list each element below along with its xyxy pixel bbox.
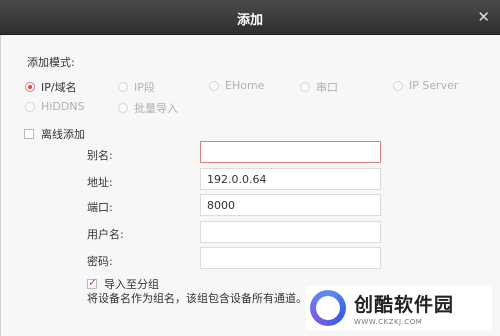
add-mode-label: 添加模式:: [27, 56, 75, 69]
radio-label: 串口: [316, 81, 338, 94]
username-label: 用户名:: [87, 228, 124, 241]
close-icon[interactable]: ✕: [477, 8, 490, 26]
group-note: 将设备名作为组名，该组包含设备所有通道。: [87, 292, 307, 305]
radio-batch-import[interactable]: 批量导入: [118, 100, 178, 116]
radio-dot-icon: [209, 80, 219, 91]
address-input[interactable]: [200, 168, 381, 190]
alias-label: 别名:: [87, 149, 113, 162]
port-input[interactable]: [200, 194, 381, 216]
radio-ehome[interactable]: EHome: [209, 79, 264, 92]
checkbox-box: [87, 276, 97, 289]
password-label: 密码:: [87, 255, 113, 268]
watermark-name: 创酷软件园: [354, 294, 455, 316]
password-input[interactable]: [200, 247, 381, 269]
radio-label: IP Server: [409, 79, 459, 92]
radio-label: EHome: [225, 79, 265, 92]
radio-label: 批量导入: [134, 102, 178, 115]
watermark: 创酷软件园 WWW.CKZKJ.COM: [306, 286, 492, 330]
radio-label: HiDDNS: [41, 100, 85, 113]
alias-input[interactable]: [200, 141, 381, 163]
offline-add-label: 离线添加: [41, 128, 85, 141]
radio-dot-icon: [393, 80, 403, 91]
radio-dot-icon: [300, 82, 310, 92]
logo-icon: [310, 290, 346, 326]
offline-add-checkbox[interactable]: 离线添加: [24, 126, 85, 142]
checkbox-box: [24, 129, 34, 139]
radio-dot-icon: [25, 101, 35, 112]
radio-serial[interactable]: 串口: [300, 79, 338, 95]
radio-dot-icon: [118, 82, 128, 92]
radio-hiddns[interactable]: HiDDNS: [25, 100, 84, 113]
radio-dot-icon: [118, 103, 128, 113]
address-label: 地址:: [87, 176, 113, 189]
radio-dot-icon: [25, 82, 35, 92]
radio-ip-segment[interactable]: IP段: [118, 79, 155, 95]
radio-label: IP段: [134, 81, 155, 94]
username-input[interactable]: [200, 221, 381, 243]
port-label: 端口:: [87, 201, 113, 214]
dialog-title: 添加: [236, 13, 263, 28]
radio-ip-server[interactable]: IP Server: [393, 79, 458, 92]
dialog-titlebar: 添加 ✕: [0, 0, 500, 35]
radio-label: IP/域名: [41, 81, 77, 94]
radio-ip-domain[interactable]: IP/域名: [25, 79, 77, 95]
watermark-url: WWW.CKZKJ.COM: [354, 318, 423, 326]
